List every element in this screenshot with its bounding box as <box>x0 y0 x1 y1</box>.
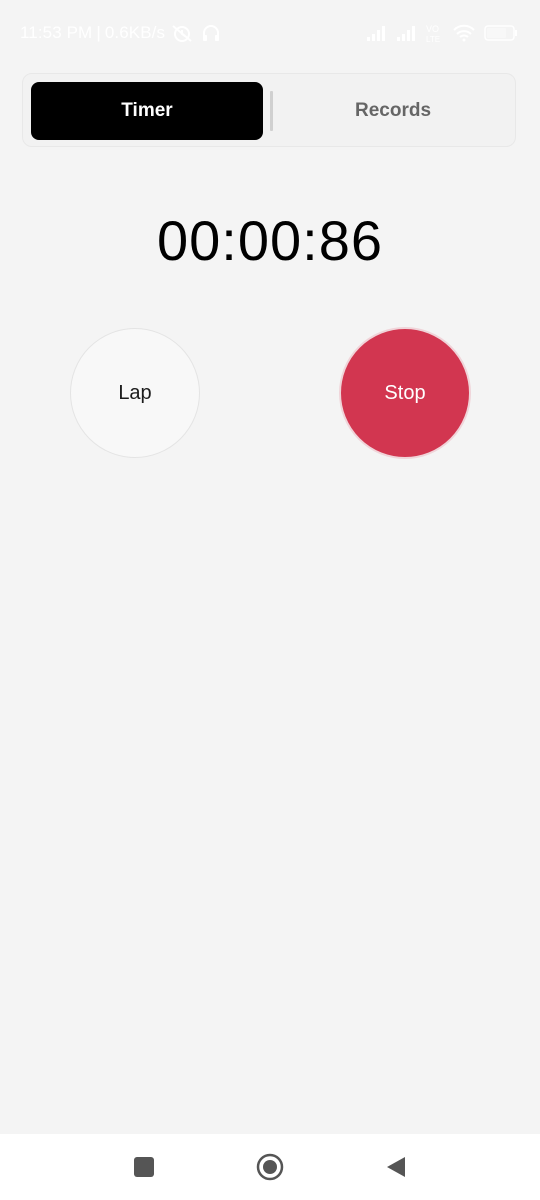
lap-button[interactable]: Lap <box>70 328 200 458</box>
tab-records-label: Records <box>354 100 432 121</box>
headphones-icon <box>201 23 221 43</box>
home-circle-icon[interactable] <box>255 1152 285 1182</box>
navigation-bar <box>0 1134 540 1200</box>
status-time: 11:53 PM <box>20 23 93 42</box>
status-bar: 11:53 PM | 0.6KB/s VO LTE <box>0 0 540 64</box>
stop-button[interactable]: Stop <box>339 327 471 459</box>
status-left: 11:53 PM | 0.6KB/s <box>20 22 221 44</box>
status-separator: | <box>96 23 101 42</box>
svg-text:VO: VO <box>426 24 439 34</box>
lap-button-label: Lap <box>118 381 152 404</box>
timer-display: 00:00:86 <box>157 209 383 272</box>
tab-records[interactable]: Records <box>275 82 511 140</box>
back-triangle-icon[interactable] <box>381 1152 411 1182</box>
stop-button-label: Stop <box>384 381 426 404</box>
tab-timer[interactable]: Timer <box>31 82 263 140</box>
recents-square-icon[interactable] <box>129 1152 159 1182</box>
status-right: VO LTE <box>366 22 518 44</box>
alarm-off-icon <box>171 23 193 43</box>
tab-switcher: Timer Records <box>22 73 516 147</box>
network-speed: 0.6KB/s <box>104 23 166 42</box>
signal-strength-icon-2 <box>396 24 418 42</box>
volte-icon: VO LTE <box>426 23 444 43</box>
battery-icon <box>484 24 518 42</box>
wifi-icon <box>452 24 476 42</box>
svg-text:LTE: LTE <box>426 35 440 43</box>
tab-divider <box>270 91 273 131</box>
tab-timer-label: Timer <box>121 100 173 121</box>
signal-strength-icon <box>366 24 388 42</box>
